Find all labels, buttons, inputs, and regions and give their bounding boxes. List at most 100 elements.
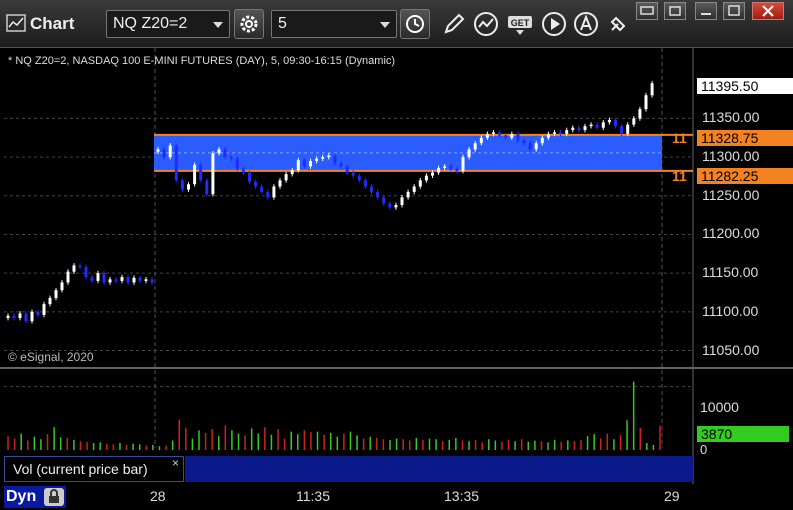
candle-body (223, 149, 227, 158)
candle-body (455, 168, 459, 172)
restore-window-button[interactable] (664, 2, 686, 20)
candle-body (66, 271, 70, 283)
candle-body (248, 172, 251, 182)
candle-body (284, 174, 288, 181)
candle-body (241, 168, 245, 173)
candle-body (36, 311, 40, 315)
candle-body (193, 164, 197, 185)
candle-body (546, 133, 550, 138)
pin-icon (640, 6, 654, 15)
candle-body (84, 266, 88, 278)
candle-body (327, 155, 331, 158)
band-bottom-price-tag: 11282.25 (697, 168, 793, 184)
candle-body (345, 166, 349, 173)
candle-body (54, 290, 58, 298)
candle-body (388, 203, 392, 208)
candle-body (632, 118, 636, 125)
volume-tick-10000: 10000 (700, 399, 739, 415)
candle-body (571, 127, 575, 131)
symbol-value: NQ Z20=2 (113, 15, 188, 32)
time-tick-1135: 11:35 (296, 488, 330, 504)
candle-body (211, 153, 215, 195)
gear-icon (240, 15, 258, 33)
toolbar: Chart NQ Z20=2 5 GET (0, 0, 793, 48)
copyright: © eSignal, 2020 (8, 350, 94, 364)
candle-body (302, 160, 306, 167)
candle-body (412, 186, 416, 192)
lock-icon[interactable] (44, 488, 64, 506)
candle-body (168, 145, 172, 158)
candle-body (321, 157, 325, 159)
chevron-down-icon[interactable] (213, 22, 223, 28)
price-chart[interactable] (0, 48, 793, 484)
candle-body (296, 160, 300, 171)
volume-study-label[interactable]: Vol (current price bar) (4, 456, 184, 482)
price-tick-label: 11100.00 (702, 302, 759, 319)
candle-body (24, 313, 28, 322)
candle-body (559, 132, 563, 134)
symbol-combo[interactable]: NQ Z20=2 (106, 10, 230, 38)
interval-value: 5 (278, 15, 287, 32)
price-band[interactable] (154, 133, 693, 172)
minimize-button[interactable] (695, 2, 717, 20)
time-tick-29: 29 (664, 488, 680, 504)
clock-icon (406, 15, 424, 33)
time-tick-28: 28 (150, 488, 166, 504)
alert-icon[interactable] (572, 10, 600, 38)
candle-body (650, 83, 654, 96)
candle-body (120, 277, 124, 281)
candle-body (30, 311, 34, 322)
candle-body (595, 124, 599, 128)
candle-body (492, 132, 495, 134)
candle-body (607, 119, 611, 123)
grid (0, 48, 793, 484)
candle-body (418, 180, 422, 187)
price-tick-label: 11200.00 (702, 225, 760, 242)
candle-body (357, 175, 361, 181)
maximize-button[interactable] (723, 2, 745, 20)
candle-body (363, 180, 367, 187)
candle-body (583, 126, 587, 131)
time-settings-button[interactable] (400, 9, 430, 39)
price-tick-label: 11350.00 (702, 109, 760, 126)
svg-text:GET: GET (511, 18, 530, 28)
volume-value-tag: 3870 (697, 426, 789, 442)
candle-body (144, 279, 148, 281)
candle-body (485, 133, 489, 138)
candle-body (437, 167, 441, 173)
pin-window-button[interactable] (636, 2, 658, 20)
close-button[interactable] (752, 2, 784, 20)
get-data-icon[interactable]: GET (506, 10, 534, 38)
candle-body (12, 315, 16, 319)
candle-body (126, 277, 130, 283)
candle-body (42, 304, 46, 315)
status-line: * NQ Z20=2, NASDAQ 100 E-MINI FUTURES (D… (8, 55, 396, 67)
link-icon[interactable] (604, 10, 632, 38)
interval-combo[interactable]: 5 (271, 10, 397, 38)
candle-body (461, 157, 465, 172)
candle-body (443, 166, 447, 168)
candle-body (424, 175, 428, 181)
price-tick-label: 11150.00 (702, 264, 759, 281)
study-icon[interactable] (472, 10, 500, 38)
candle-body (400, 197, 404, 206)
candle-body (174, 145, 178, 181)
candle-body (577, 127, 581, 131)
volume-close-icon[interactable]: × (172, 456, 179, 470)
volume-study-strip (185, 456, 693, 482)
symbol-settings-button[interactable] (234, 9, 264, 39)
candle-body (217, 149, 221, 154)
candle-body (553, 132, 556, 134)
candle-body (504, 135, 508, 138)
pencil-icon[interactable] (440, 10, 468, 38)
chevron-down-icon[interactable] (380, 22, 390, 28)
candle-body (18, 313, 22, 319)
play-icon[interactable] (540, 10, 568, 38)
candle-body (516, 133, 520, 141)
candle-body (96, 273, 100, 281)
candle-body (382, 197, 386, 204)
band-top-label: 11 (672, 130, 687, 146)
candle-body (290, 170, 294, 175)
candle-body (449, 166, 453, 169)
candle-body (180, 180, 184, 190)
